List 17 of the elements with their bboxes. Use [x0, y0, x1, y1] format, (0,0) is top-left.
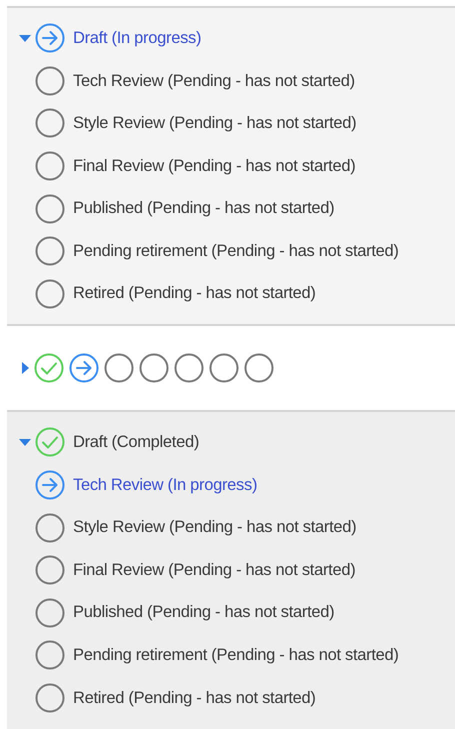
expanded-caret-icon[interactable] [19, 34, 31, 42]
step-label: Pending retirement (Pending - has not started) [73, 240, 399, 262]
step-label: Retired (Pending - has not started) [73, 688, 316, 709]
step-label: Retired (Pending - has not started) [73, 283, 316, 304]
step-label: Draft (Completed) [73, 432, 200, 454]
collapsed-caret-icon[interactable] [22, 362, 29, 374]
step-label: Style Review (Pending - has not started) [73, 113, 356, 134]
step-label: Draft (In progress) [73, 28, 202, 49]
step-label: Published (Pending - has not started) [73, 198, 334, 220]
step-label: Tech Review (Pending - has not started) [73, 70, 355, 92]
step-label: Tech Review (In progress) [73, 474, 258, 496]
step-label: Published (Pending - has not started) [73, 602, 334, 624]
step-label: Final Review (Pending - has not started) [73, 560, 356, 581]
step-label: Pending retirement (Pending - has not started) [73, 645, 399, 666]
expanded-caret-icon[interactable] [19, 438, 31, 446]
step-label: Final Review (Pending - has not started) [73, 156, 356, 177]
step-label: Style Review (Pending - has not started) [73, 517, 356, 538]
